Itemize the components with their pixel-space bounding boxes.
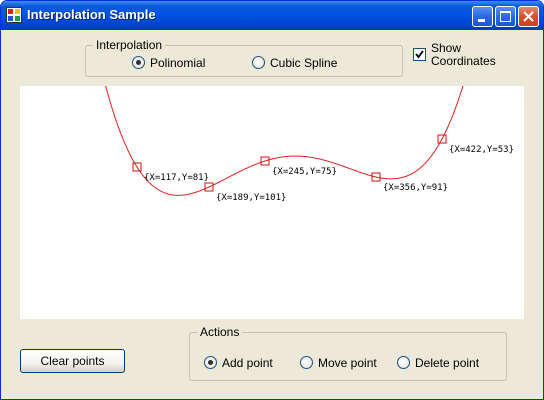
show-coordinates-label-line2[interactable]: Coordinates xyxy=(431,54,496,68)
app-icon xyxy=(6,7,22,23)
radio-delete-point[interactable] xyxy=(397,356,410,369)
control-point-coordinate-label: {X=356,Y=91} xyxy=(383,183,448,193)
radio-polinomial[interactable] xyxy=(132,56,145,69)
plot-canvas[interactable]: {X=117,Y=81} {X=189,Y=101} {X=245,Y=75} {X=… xyxy=(20,82,524,319)
radio-selected-dot xyxy=(208,360,213,365)
show-coordinates-label-line1[interactable]: Show xyxy=(431,41,461,55)
radio-move-point[interactable] xyxy=(300,356,313,369)
control-point-coordinate-label: {X=422,Y=53} xyxy=(449,145,514,155)
show-coordinates-checkbox[interactable] xyxy=(413,48,426,61)
control-point-coordinate-label: {X=245,Y=75} xyxy=(272,167,337,177)
radio-cubic-spline[interactable] xyxy=(252,56,265,69)
maximize-icon xyxy=(500,11,511,22)
close-button[interactable] xyxy=(518,6,539,27)
plot-svg[interactable]: {X=117,Y=81} {X=189,Y=101} {X=245,Y=75} {X=… xyxy=(20,82,524,319)
checkmark-icon xyxy=(415,50,424,59)
radio-delete-point-label[interactable]: Delete point xyxy=(415,356,479,370)
radio-cubic-spline-label[interactable]: Cubic Spline xyxy=(270,56,337,70)
radio-add-point-label[interactable]: Add point xyxy=(222,356,273,370)
actions-legend: Actions xyxy=(197,325,243,339)
interpolation-legend: Interpolation xyxy=(93,38,166,52)
close-icon xyxy=(523,11,534,22)
maximize-button[interactable] xyxy=(495,6,516,27)
title-bar[interactable]: Interpolation Sample xyxy=(1,1,543,30)
radio-add-point[interactable] xyxy=(204,356,217,369)
minimize-icon xyxy=(478,19,485,22)
radio-polinomial-label[interactable]: Polinomial xyxy=(150,56,205,70)
control-point-coordinate-label: {X=117,Y=81} xyxy=(144,173,209,183)
app-window: Interpolation Sample Interpolation Polin… xyxy=(0,0,544,400)
minimize-button[interactable] xyxy=(472,6,493,27)
window-title: Interpolation Sample xyxy=(27,7,156,22)
radio-move-point-label[interactable]: Move point xyxy=(318,356,377,370)
clear-points-button[interactable]: Clear points xyxy=(20,349,125,373)
control-point-coordinate-label: {X=189,Y=101} xyxy=(216,193,286,203)
radio-selected-dot xyxy=(136,60,141,65)
